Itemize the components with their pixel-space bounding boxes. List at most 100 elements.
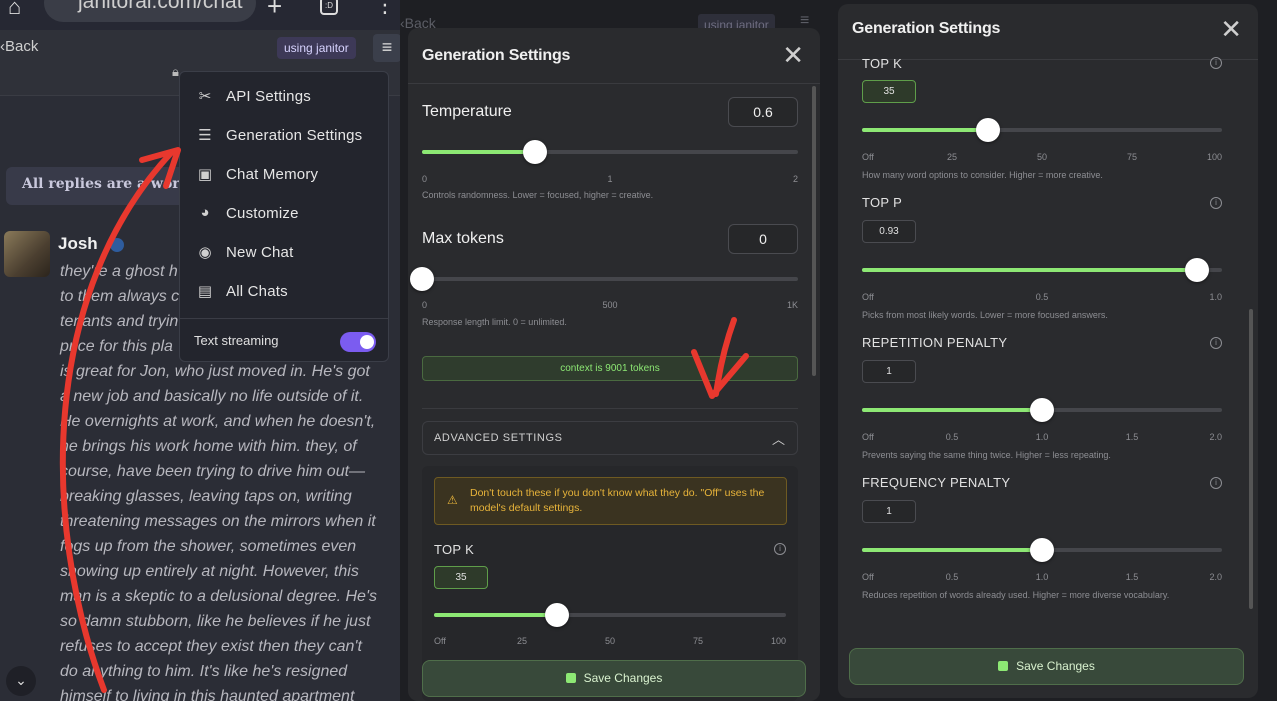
more-options-icon[interactable]: ⋮ [374,0,396,18]
info-icon[interactable]: i [774,543,786,555]
slider-thumb[interactable] [522,140,547,164]
tab-switcher-icon[interactable]: :D [320,0,338,15]
back-button[interactable]: ‹Back [0,38,38,55]
slider-fill [862,268,1197,272]
generation-settings-modal: Generation Settings ✕ Temperature 0.6 0 1… [408,28,820,701]
book-icon: ▤ [197,283,213,300]
top-p-label: TOP P [862,195,903,210]
modal-title: Generation Settings [422,47,571,64]
save-changes-button[interactable]: Save Changes [422,660,806,697]
message-line: refuses to accept they exist then they c… [60,638,362,655]
top-k-ticks: Off 25 50 75 100 [434,636,786,648]
info-icon[interactable]: i [1210,477,1222,489]
chat-panel: ⌂ janitorai.com/chat + :D ⋮ ‹Back using … [0,0,400,701]
slider-thumb[interactable] [1184,258,1209,282]
tick-label: 0.5 [945,432,959,442]
max-tokens-slider[interactable] [410,267,798,291]
avatar[interactable] [4,231,50,277]
menu-item-api-settings[interactable]: ✂ API Settings [180,77,388,116]
repetition-penalty-input[interactable]: 1 [862,360,916,383]
info-icon[interactable]: i [1210,57,1222,69]
top-p-slider[interactable] [862,258,1222,282]
tick-label: 1.0 [1035,432,1049,442]
slider-thumb[interactable] [976,118,1000,142]
max-tokens-input[interactable]: 0 [728,224,798,254]
scrollbar[interactable] [1249,309,1253,609]
tick-label: Off [434,636,446,646]
new-tab-icon[interactable]: + [267,0,282,22]
repetition-penalty-slider[interactable] [862,398,1222,422]
menu-item-generation-settings[interactable]: ☰ Generation Settings [180,116,388,155]
top-k-input[interactable]: 35 [862,80,916,103]
close-icon[interactable]: ✕ [1220,14,1242,45]
url-text[interactable]: janitorai.com/chat [78,0,243,14]
mode-badge[interactable]: using janitor [277,37,356,59]
chat-notice: All replies are a work [6,167,206,205]
message-line: man is a skeptic to a delusional degree.… [60,588,378,605]
close-icon[interactable]: ✕ [782,40,804,71]
tick-label: 1.5 [1125,572,1139,582]
frequency-penalty-label: FREQUENCY PENALTY [862,475,1011,490]
save-changes-button[interactable]: Save Changes [849,648,1244,685]
tick-label: 1.0 [1209,292,1222,302]
slider-thumb[interactable] [1030,538,1054,562]
message-line: a new job and basically no life outside … [60,388,364,405]
max-tokens-ticks: 0 500 1K [422,300,798,312]
message-line: so damn stubborn, like he believes if he… [60,613,371,630]
notice-text: All replies are a work [22,176,190,192]
frequency-penalty-hint: Reduces repetition of words already used… [862,590,1170,600]
message-line: showing up entirely at night. However, t… [60,563,359,580]
modal-header: Generation Settings ✕ [838,4,1258,60]
advanced-settings-toggle[interactable]: ADVANCED SETTINGS ︿ [422,421,798,455]
info-icon[interactable]: i [1210,197,1222,209]
top-k-slider[interactable] [862,118,1222,142]
tick-label: 100 [770,636,786,646]
max-tokens-hint: Response length limit. 0 = unlimited. [422,317,567,327]
context-token-count: context is 9001 tokens [422,356,798,381]
scrollbar[interactable] [812,86,816,376]
message-line: course, have been trying to drive him ou… [60,463,366,480]
temperature-slider[interactable] [422,140,798,164]
temperature-hint: Controls randomness. Lower = focused, hi… [422,190,654,200]
info-icon[interactable]: i [1210,337,1222,349]
slider-thumb[interactable] [410,267,434,291]
slider-thumb[interactable] [545,603,570,627]
slider-thumb[interactable] [1030,398,1054,422]
menu-item-chat-memory[interactable]: ▣ Chat Memory [180,155,388,194]
temperature-input[interactable]: 0.6 [728,97,798,127]
chat-bubble-icon: ◉ [198,244,212,261]
tick-label: 1.0 [1035,572,1049,582]
max-tokens-label: Max tokens [422,230,504,247]
message-line: He overnights at work, and when he doesn… [60,413,376,430]
top-p-input[interactable]: 0.93 [862,220,916,243]
message-line: is great for Jon, who just moved in. He'… [60,363,370,380]
tick-label: Off [862,292,874,302]
top-k-slider[interactable] [434,603,786,627]
repetition-penalty-label: REPETITION PENALTY [862,335,1008,350]
palette-icon: ◕ [200,204,210,221]
slider-fill [862,408,1042,412]
character-name[interactable]: Josh [58,234,98,254]
tick-label: 75 [692,636,704,646]
frequency-penalty-slider[interactable] [862,538,1222,562]
menu-item-customize[interactable]: ◕ Customize [180,194,388,233]
menu-item-all-chats[interactable]: ▤ All Chats [180,272,388,311]
save-changes-label: Save Changes [583,671,663,685]
menu-item-new-chat[interactable]: ◉ New Chat [180,233,388,272]
warning-text: Don't touch these if you don't know what… [470,487,765,514]
message-line: himself to living in this haunted apartm… [60,688,355,701]
text-streaming-toggle[interactable] [340,332,376,352]
frequency-penalty-input[interactable]: 1 [862,500,916,523]
hamburger-menu-button[interactable]: ≡ [373,34,400,62]
tick-label: 0 [422,174,428,184]
save-changes-label: Save Changes [1016,659,1095,673]
modal-header: Generation Settings ✕ [408,28,820,84]
scroll-down-icon[interactable]: ⌄ [6,666,36,696]
toggle-knob [360,335,374,349]
tick-label: 1.5 [1125,432,1139,442]
slider-fill [434,613,558,617]
menu-item-label: API Settings [226,88,311,105]
top-k-label: TOP K [434,542,475,557]
home-icon[interactable]: ⌂ [8,0,21,20]
top-k-input[interactable]: 35 [434,566,488,589]
